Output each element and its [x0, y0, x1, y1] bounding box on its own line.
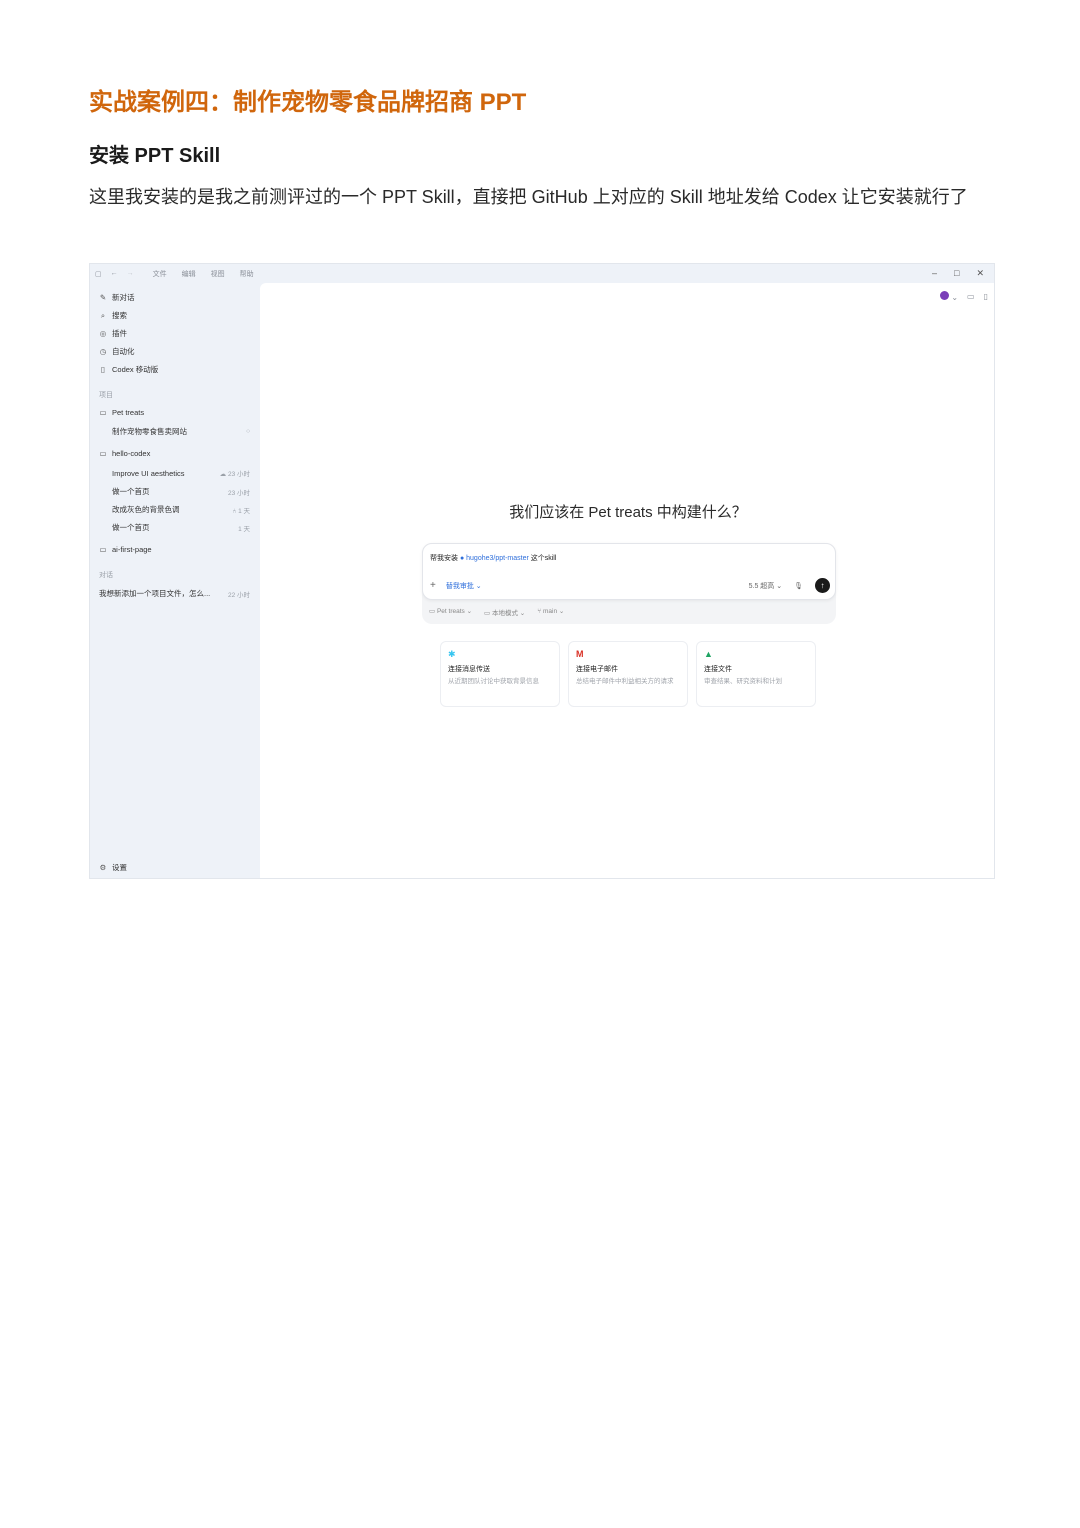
task-item[interactable]: Improve UI aesthetics ☁ 23 小时: [112, 468, 250, 479]
sidebar-toggle-icon[interactable]: ▢: [95, 270, 102, 278]
terminal-icon[interactable]: ▭: [967, 292, 975, 301]
forward-icon[interactable]: →: [127, 270, 134, 277]
plugin-icon: ◎: [99, 329, 107, 338]
menu-edit[interactable]: 编辑: [182, 269, 196, 279]
repo-link[interactable]: hugohe3/ppt-master: [466, 555, 529, 562]
branch-selector[interactable]: ⑂ main ⌄: [537, 607, 564, 617]
settings-button[interactable]: ⚙ 设置: [99, 862, 127, 873]
sidebar-item-new-chat[interactable]: ✎ 新对话: [99, 292, 135, 303]
clock-icon: ◷: [99, 347, 107, 356]
avatar: [940, 291, 950, 300]
composer: 帮我安装 ● hugohe3/ppt-master 这个skill + 替我审批…: [422, 543, 836, 624]
sidebar: ✎ 新对话 ⌕ 搜索 ◎ 插件 ◷ 自动化 ▯ Codex 移动版 项目 ▭ P…: [90, 283, 259, 878]
chats-label: 对话: [99, 572, 113, 579]
main-heading: 我们应该在 Pet treats 中构建什么？: [509, 504, 747, 521]
slack-icon: ✱: [448, 649, 456, 659]
loading-icon: ○: [246, 428, 250, 435]
drive-icon: ▲: [704, 649, 713, 659]
folder-icon: ▭: [99, 408, 107, 417]
github-icon: ●: [459, 555, 465, 562]
menu-help[interactable]: 帮助: [240, 269, 254, 279]
add-icon[interactable]: +: [430, 580, 436, 591]
project-selector[interactable]: ▭ Pet treats ⌄: [429, 607, 472, 617]
permission-dropdown[interactable]: 替我审批 ⌄: [446, 581, 482, 591]
mic-icon[interactable]: 🎙: [794, 582, 803, 590]
gear-icon: ⚙: [99, 863, 107, 872]
task-item[interactable]: 做一个首页 23 小时: [112, 486, 250, 497]
project-ai-first-page[interactable]: ▭ ai-first-page: [99, 545, 151, 554]
prompt-input[interactable]: 帮我安装 ● hugohe3/ppt-master 这个skill: [430, 553, 556, 563]
mobile-icon: ▯: [100, 365, 106, 374]
sidebar-item-search[interactable]: ⌕ 搜索: [99, 310, 127, 321]
sidebar-item-plugins[interactable]: ◎ 插件: [99, 328, 127, 339]
minimize-icon[interactable]: –: [932, 268, 937, 279]
connector-cards: ✱ 连接消息传送 从近期团队讨论中获取背景信息 M 连接电子邮件 总结电子邮件中…: [440, 641, 816, 707]
menu-file[interactable]: 文件: [153, 269, 167, 279]
send-button[interactable]: ↑: [815, 578, 830, 593]
connect-email-card[interactable]: M 连接电子邮件 总结电子邮件中利益相关方的请求: [568, 641, 688, 707]
folder-icon: ▭: [99, 545, 107, 554]
gmail-icon: M: [576, 649, 584, 659]
doc-subtitle: 安装 PPT Skill: [89, 145, 221, 167]
back-icon[interactable]: ←: [111, 270, 118, 277]
account-menu[interactable]: ⌄: [940, 291, 958, 302]
search-icon: ⌕: [100, 310, 106, 320]
project-pet-treats[interactable]: ▭ Pet treats: [99, 408, 144, 417]
main-panel: ⌄ ▭ ▯ 我们应该在 Pet treats 中构建什么？ 帮我安装 ● hug…: [260, 283, 994, 878]
titlebar: ▢ ← → 文件 编辑 视图 帮助 – □ ✕: [90, 264, 994, 283]
folder-icon: ▭: [99, 449, 107, 458]
composer-box[interactable]: 帮我安装 ● hugohe3/ppt-master 这个skill + 替我审批…: [422, 543, 836, 600]
task-item[interactable]: 改成灰色的背景色调 ⑃ 1 天: [112, 504, 250, 515]
main-toolbar: ⌄ ▭ ▯: [940, 291, 988, 302]
app-screenshot: ▢ ← → 文件 编辑 视图 帮助 – □ ✕ ✎ 新对话 ⌕ 搜索 ◎ 插件: [89, 263, 995, 879]
task-item[interactable]: 做一个首页 1 天: [112, 522, 250, 533]
menu-view[interactable]: 视图: [211, 269, 225, 279]
chat-item[interactable]: 我想新添加一个项目文件，怎么... 22 小时: [99, 588, 250, 599]
close-icon[interactable]: ✕: [976, 268, 984, 279]
projects-label: 项目: [99, 392, 113, 399]
sidebar-item-mobile[interactable]: ▯ Codex 移动版: [99, 364, 158, 375]
connect-files-card[interactable]: ▲ 连接文件 审查结果、研究资料和计划: [696, 641, 816, 707]
doc-paragraph: 这里我安装的是我之前测评过的一个 PPT Skill，直接把 GitHub 上对…: [89, 187, 968, 207]
doc-title: 实战案例四：制作宠物零食品牌招商 PPT: [89, 89, 527, 116]
connect-messaging-card[interactable]: ✱ 连接消息传送 从近期团队讨论中获取背景信息: [440, 641, 560, 707]
sidebar-item-automation[interactable]: ◷ 自动化: [99, 346, 135, 357]
model-dropdown[interactable]: 5.5 超高 ⌄: [749, 581, 783, 591]
project-hello-codex[interactable]: ▭ hello-codex: [99, 449, 150, 458]
panel-toggle-icon[interactable]: ▯: [984, 292, 988, 301]
maximize-icon[interactable]: □: [954, 268, 959, 279]
task-item[interactable]: 制作宠物零食售卖网站 ○: [112, 426, 250, 437]
edit-icon: ✎: [99, 293, 107, 302]
mode-selector[interactable]: ▭ 本地模式 ⌄: [484, 607, 525, 617]
